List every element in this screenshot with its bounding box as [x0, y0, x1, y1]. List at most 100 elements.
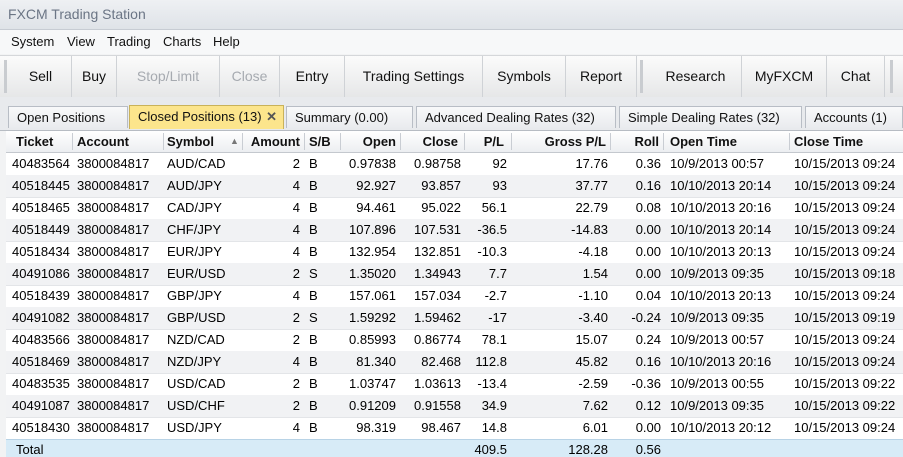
menu-system[interactable]: System: [11, 34, 54, 49]
tab-simple-dealing-rates[interactable]: Simple Dealing Rates (32): [619, 106, 802, 128]
table-row[interactable]: 40518449 3800084817 CHF/JPY 4 B 107.896 107.53…: [6, 219, 903, 242]
table-row[interactable]: 40518445 3800084817 AUD/JPY 4 B 92.927 93.857 9…: [6, 175, 903, 198]
chat-button[interactable]: Chat: [827, 56, 885, 97]
cell-side: B: [309, 398, 318, 413]
cell-open: 98.319: [356, 420, 396, 435]
cell-symbol: USD/CAD: [167, 376, 226, 391]
cell-account: 3800084817: [77, 288, 150, 303]
cell-symbol: AUD/JPY: [167, 178, 222, 193]
cell-open: 92.927: [356, 178, 396, 193]
symbols-button[interactable]: Symbols: [483, 56, 566, 97]
table-row[interactable]: 40483564 3800084817 AUD/CAD 2 B 0.97838 0.9875…: [6, 153, 903, 176]
column-header-roll[interactable]: Roll: [611, 131, 659, 152]
cell-amount: 2: [292, 376, 300, 391]
menu-charts[interactable]: Charts: [163, 34, 201, 49]
column-header-amount[interactable]: Amount: [243, 131, 300, 152]
myfxcm-button[interactable]: MyFXCM: [742, 56, 827, 97]
cell-gross-pl: 7.62: [582, 398, 608, 413]
column-header-side[interactable]: S/B: [309, 131, 339, 152]
cell-account: 3800084817: [77, 310, 150, 325]
cell-side: S: [309, 266, 318, 281]
menu-help[interactable]: Help: [213, 34, 240, 49]
close-tab-icon[interactable]: ✕: [266, 106, 277, 128]
table-row[interactable]: 40518434 3800084817 EUR/JPY 4 B 132.954 132.85…: [6, 241, 903, 264]
cell-symbol: USD/JPY: [167, 420, 222, 435]
column-header-open-time[interactable]: Open Time: [670, 131, 788, 152]
tab-open-positions[interactable]: Open Positions: [8, 106, 128, 128]
cell-open: 1.03747: [349, 376, 396, 391]
cell-pl: -13.4: [477, 376, 507, 391]
cell-pl: 34.9: [481, 398, 507, 413]
table-row[interactable]: 40518465 3800084817 CAD/JPY 4 B 94.461 95.022 5…: [6, 197, 903, 220]
column-header-close-time[interactable]: Close Time: [794, 131, 903, 152]
sell-button[interactable]: Sell: [10, 56, 72, 97]
cell-close-time: 10/15/2013 09:22: [794, 398, 896, 413]
table-row[interactable]: 40491082 3800084817 GBP/USD 2 S 1.59292 1.5946…: [6, 307, 903, 330]
research-button[interactable]: Research: [650, 56, 742, 97]
close-button[interactable]: Close: [220, 56, 280, 97]
cell-symbol: GBP/JPY: [167, 288, 222, 303]
cell-close: 132.851: [414, 244, 461, 259]
column-divider[interactable]: [72, 133, 73, 150]
column-header-symbol[interactable]: Symbol: [167, 131, 222, 152]
cell-gross-pl: -2.59: [578, 376, 608, 391]
cell-side: B: [309, 222, 318, 237]
column-divider[interactable]: [304, 133, 305, 150]
stop-limit-button[interactable]: Stop/Limit: [117, 56, 220, 97]
cell-amount: 2: [292, 310, 300, 325]
cell-open-time: 10/10/2013 20:12: [670, 420, 772, 435]
table-row[interactable]: 40491086 3800084817 EUR/USD 2 S 1.35020 1.3494…: [6, 263, 903, 286]
table-row[interactable]: 40483566 3800084817 NZD/CAD 2 B 0.85993 0.8677…: [6, 329, 903, 352]
tab-summary[interactable]: Summary (0.00): [286, 106, 413, 128]
cell-close: 93.857: [421, 178, 461, 193]
sort-ascending-icon[interactable]: ▲: [230, 131, 240, 152]
cell-account: 3800084817: [77, 244, 150, 259]
table-row[interactable]: 40518439 3800084817 GBP/JPY 4 B 157.061 157.03…: [6, 285, 903, 308]
tab-accounts[interactable]: Accounts (1): [805, 106, 903, 128]
cell-amount: 4: [292, 288, 300, 303]
table-row[interactable]: 40518469 3800084817 NZD/JPY 4 B 81.340 82.468 1…: [6, 351, 903, 374]
buy-button[interactable]: Buy: [72, 56, 117, 97]
table-row[interactable]: 40491087 3800084817 USD/CHF 2 B 0.91209 0.9155…: [6, 395, 903, 418]
table-row[interactable]: 40483535 3800084817 USD/CAD 2 B 1.03747 1.0361…: [6, 373, 903, 396]
cell-open: 1.35020: [349, 266, 396, 281]
cell-roll: 0.04: [635, 288, 661, 303]
cell-open-time: 10/10/2013 20:13: [670, 288, 772, 303]
column-header-gross-pl[interactable]: Gross P/L: [512, 131, 606, 152]
cell-roll: 0.00: [635, 244, 661, 259]
column-divider[interactable]: [663, 133, 664, 150]
column-header-open[interactable]: Open: [341, 131, 396, 152]
column-divider[interactable]: [163, 133, 164, 150]
entry-button[interactable]: Entry: [280, 56, 345, 97]
cell-close-time: 10/15/2013 09:24: [794, 332, 896, 347]
cell-roll: 0.00: [635, 266, 661, 281]
cell-side: B: [309, 376, 318, 391]
toolbar-separator-end: [890, 60, 893, 93]
tab-label: Accounts (1): [814, 110, 887, 125]
toolbar-grip: [4, 60, 7, 93]
cell-open-time: 10/10/2013 20:16: [670, 200, 772, 215]
cell-close: 107.531: [414, 222, 461, 237]
column-header-pl[interactable]: P/L: [465, 131, 504, 152]
cell-amount: 4: [292, 222, 300, 237]
tab-closed-positions[interactable]: Closed Positions (13) ✕: [129, 105, 284, 129]
cell-ticket: 40518430: [12, 420, 70, 435]
cell-open: 1.59292: [349, 310, 396, 325]
table-row[interactable]: 40518430 3800084817 USD/JPY 4 B 98.319 98.467 1…: [6, 417, 903, 440]
menu-view[interactable]: View: [67, 34, 95, 49]
column-divider[interactable]: [789, 133, 790, 150]
toolbar-separator: [640, 60, 643, 93]
cell-side: B: [309, 156, 318, 171]
column-header-account[interactable]: Account: [77, 131, 162, 152]
menu-trading[interactable]: Trading: [107, 34, 151, 49]
column-header-ticket[interactable]: Ticket: [16, 131, 74, 152]
cell-side: B: [309, 332, 318, 347]
toolbar: Sell Buy Stop/Limit Close Entry Trading …: [0, 55, 903, 98]
report-button[interactable]: Report: [566, 56, 637, 97]
cell-ticket: 40483535: [12, 376, 70, 391]
trading-settings-button[interactable]: Trading Settings: [345, 56, 483, 97]
cell-side: S: [309, 310, 318, 325]
column-header-close[interactable]: Close: [401, 131, 458, 152]
tab-advanced-dealing-rates[interactable]: Advanced Dealing Rates (32): [416, 106, 616, 128]
title-bar: FXCM Trading Station: [0, 0, 903, 30]
